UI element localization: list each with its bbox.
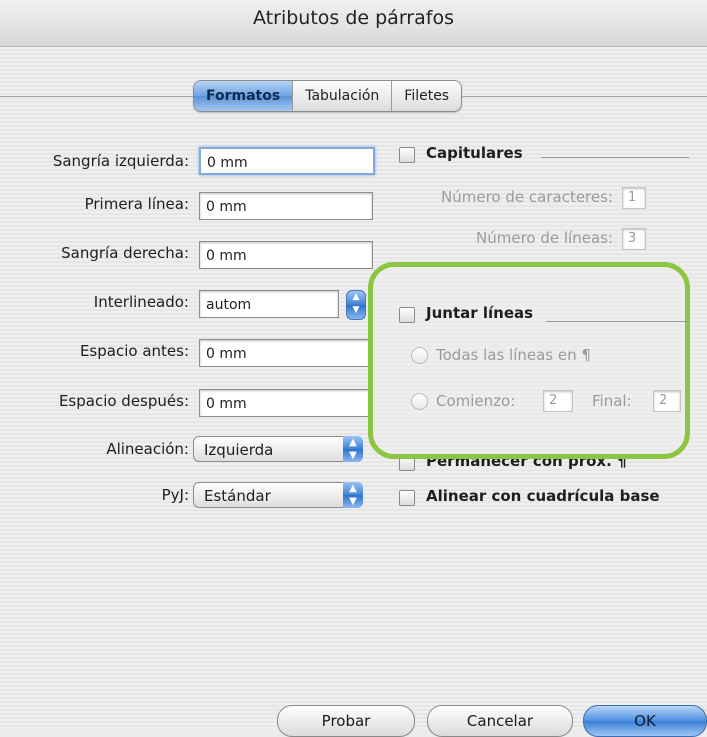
- start-label: Comienzo:: [436, 392, 516, 410]
- leading-stepper[interactable]: ▲ ▼: [346, 290, 366, 320]
- line-count-input[interactable]: 3: [622, 228, 646, 250]
- leading-input[interactable]: autom: [199, 290, 339, 318]
- alignment-popup[interactable]: Izquierda ▲ ▼: [193, 436, 363, 462]
- popup-arrows-icon: ▲ ▼: [343, 436, 363, 462]
- leading-label: Interlineado:: [93, 293, 189, 311]
- char-count-label: Número de caracteres:: [441, 188, 613, 206]
- right-indent-input[interactable]: 0 mm: [199, 241, 373, 269]
- popup-arrows-icon: ▲ ▼: [343, 482, 363, 508]
- space-after-label: Espacio después:: [58, 392, 189, 410]
- start-radio[interactable]: [411, 393, 428, 410]
- first-line-label: Primera línea:: [84, 195, 189, 213]
- dialog-title: Atributos de párrafos: [253, 7, 454, 29]
- end-label: Final:: [592, 392, 632, 410]
- tab-formatos[interactable]: Formatos: [194, 81, 294, 111]
- hj-value: Estándar: [204, 487, 271, 505]
- apply-button[interactable]: Probar: [277, 705, 415, 737]
- tab-filetes[interactable]: Filetes: [392, 81, 461, 111]
- line-count-label: Número de líneas:: [476, 229, 613, 247]
- tab-tabulacion[interactable]: Tabulación: [293, 81, 393, 111]
- left-indent-input[interactable]: 0 mm: [199, 147, 375, 175]
- up-down-arrows-icon: ▲ ▼: [352, 292, 360, 315]
- all-lines-label: Todas las líneas en ¶: [436, 346, 591, 364]
- first-line-input[interactable]: 0 mm: [199, 192, 373, 220]
- space-before-input[interactable]: 0 mm: [199, 339, 373, 367]
- end-input[interactable]: 2: [653, 390, 681, 412]
- title-bar: Atributos de párrafos: [0, 0, 707, 47]
- alignment-value: Izquierda: [204, 441, 274, 459]
- char-count-input[interactable]: 1: [622, 187, 646, 209]
- drop-caps-checkbox[interactable]: [399, 147, 415, 163]
- space-before-label: Espacio antes:: [79, 342, 189, 360]
- ok-button[interactable]: OK: [583, 705, 707, 737]
- drop-caps-label: Capitulares: [426, 144, 523, 162]
- alignment-label: Alineación:: [106, 440, 189, 458]
- keep-lines-separator: [546, 321, 689, 322]
- keep-lines-label: Juntar líneas: [426, 304, 534, 322]
- baseline-grid-checkbox[interactable]: [399, 490, 415, 506]
- hj-popup[interactable]: Estándar ▲ ▼: [193, 482, 363, 508]
- tab-bar: Formatos Tabulación Filetes: [193, 80, 463, 112]
- all-lines-radio[interactable]: [411, 347, 428, 364]
- cancel-button[interactable]: Cancelar: [427, 705, 573, 737]
- space-after-input[interactable]: 0 mm: [199, 389, 373, 417]
- keep-lines-checkbox[interactable]: [399, 307, 415, 323]
- right-indent-label: Sangría derecha:: [61, 244, 189, 262]
- hj-label: PyJ:: [161, 486, 189, 504]
- baseline-grid-label: Alinear con cuadrícula base: [426, 487, 660, 505]
- start-input[interactable]: 2: [543, 390, 573, 412]
- drop-caps-separator: [541, 157, 689, 158]
- left-indent-label: Sangría izquierda:: [52, 152, 189, 170]
